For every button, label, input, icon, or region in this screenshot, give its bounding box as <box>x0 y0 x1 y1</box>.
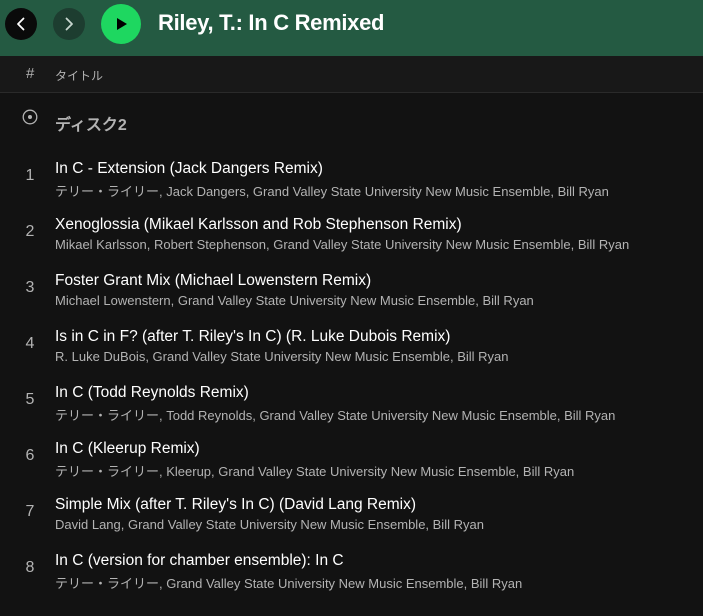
track-artists[interactable]: テリー・ライリー, Todd Reynolds, Grand Valley St… <box>55 405 615 424</box>
track-row[interactable]: 6 In C (Kleerup Remix) テリー・ライリー, Kleerup… <box>0 428 703 484</box>
track-number: 6 <box>25 447 35 464</box>
track-row[interactable]: 7 Simple Mix (after T. Riley's In C) (Da… <box>0 484 703 540</box>
play-icon <box>117 18 127 30</box>
track-number: 4 <box>25 335 35 352</box>
disc-icon <box>22 109 38 125</box>
column-header: # タイトル <box>0 56 703 93</box>
track-title[interactable]: In C - Extension (Jack Dangers Remix) <box>55 160 323 178</box>
chevron-right-icon <box>65 17 73 31</box>
track-title[interactable]: Foster Grant Mix (Michael Lowenstern Rem… <box>55 272 371 290</box>
track-artists[interactable]: テリー・ライリー, Jack Dangers, Grand Valley Sta… <box>55 181 609 200</box>
track-row[interactable]: 3 Foster Grant Mix (Michael Lowenstern R… <box>0 260 703 316</box>
track-number: 3 <box>25 279 35 296</box>
track-row[interactable]: 2 Xenoglossia (Mikael Karlsson and Rob S… <box>0 204 703 260</box>
chevron-left-icon <box>17 17 25 31</box>
column-number-header: # <box>26 65 35 82</box>
track-row[interactable]: 4 Is in C in F? (after T. Riley's In C) … <box>0 316 703 372</box>
track-row[interactable]: 5 In C (Todd Reynolds Remix) テリー・ライリー, T… <box>0 372 703 428</box>
track-artists[interactable]: Mikael Karlsson, Robert Stephenson, Gran… <box>55 237 629 252</box>
track-row[interactable]: 1 In C - Extension (Jack Dangers Remix) … <box>0 148 703 204</box>
track-artists[interactable]: R. Luke DuBois, Grand Valley State Unive… <box>55 349 509 364</box>
track-title[interactable]: Is in C in F? (after T. Riley's In C) (R… <box>55 328 450 346</box>
track-title[interactable]: In C (Kleerup Remix) <box>55 440 200 458</box>
track-number: 8 <box>25 559 35 576</box>
track-number: 2 <box>25 223 35 240</box>
forward-button[interactable] <box>53 8 85 40</box>
play-button[interactable] <box>101 4 141 44</box>
top-bar: Riley, T.: In C Remixed <box>0 0 703 56</box>
column-title-header: タイトル <box>55 69 104 83</box>
track-artists[interactable]: Michael Lowenstern, Grand Valley State U… <box>55 293 534 308</box>
track-list: 1 In C - Extension (Jack Dangers Remix) … <box>0 148 703 596</box>
track-number: 7 <box>25 503 35 520</box>
track-title[interactable]: In C (version for chamber ensemble): In … <box>55 552 344 570</box>
track-title[interactable]: In C (Todd Reynolds Remix) <box>55 384 249 402</box>
back-button[interactable] <box>5 8 37 40</box>
track-title[interactable]: Xenoglossia (Mikael Karlsson and Rob Ste… <box>55 216 462 234</box>
track-title[interactable]: Simple Mix (after T. Riley's In C) (Davi… <box>55 496 416 514</box>
disc-header: ディスク2 <box>0 100 703 140</box>
track-artists[interactable]: テリー・ライリー, Grand Valley State University … <box>55 573 522 592</box>
track-artists[interactable]: テリー・ライリー, Kleerup, Grand Valley State Un… <box>55 461 574 480</box>
track-row[interactable]: 8 In C (version for chamber ensemble): I… <box>0 540 703 596</box>
disc-label: ディスク2 <box>55 117 127 134</box>
track-number: 1 <box>25 167 35 184</box>
track-number: 5 <box>25 391 35 408</box>
track-artists[interactable]: David Lang, Grand Valley State Universit… <box>55 517 484 532</box>
album-title: Riley, T.: In C Remixed <box>158 10 385 35</box>
